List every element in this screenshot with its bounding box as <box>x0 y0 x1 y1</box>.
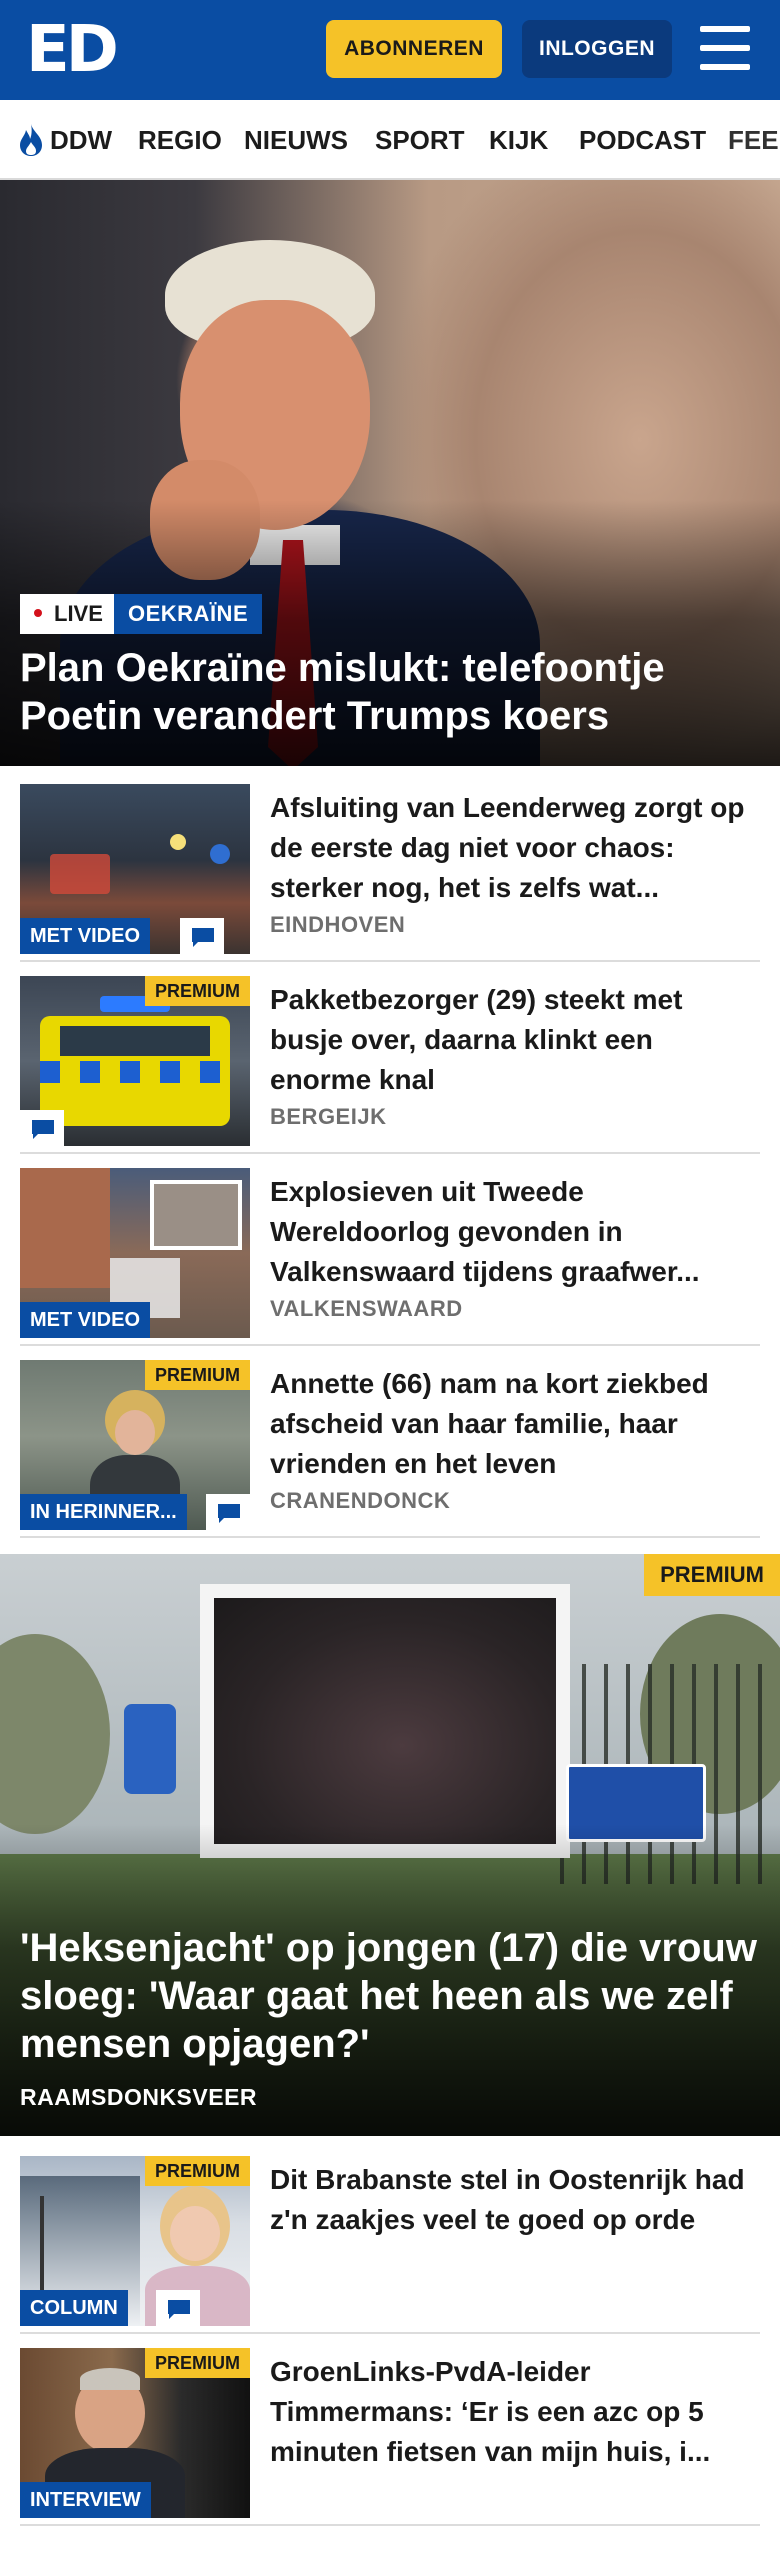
subscribe-button[interactable]: ABONNEREN <box>326 20 502 78</box>
comment-icon <box>192 928 214 947</box>
article-thumbnail: MET VIDEO <box>20 784 250 954</box>
premium-tag: PREMIUM <box>145 976 250 1006</box>
article-title[interactable]: GroenLinks-PvdA-leider Timmermans: ‘Er i… <box>270 2352 760 2472</box>
article-item[interactable]: PREMIUM COLUMN Dit Brabanste stel in Oos… <box>20 2156 760 2334</box>
feature-headline[interactable]: 'Heksenjacht' op jongen (17) die vrouw s… <box>20 1924 770 2068</box>
comment-icon <box>168 2300 190 2319</box>
article-thumbnail: PREMIUM IN HERINNER... <box>20 1360 250 1530</box>
top-header: ED ABONNEREN INLOGGEN <box>0 0 780 100</box>
article-title[interactable]: Explosieven uit Tweede Wereldoorlog gevo… <box>270 1172 760 1292</box>
hamburger-menu-icon[interactable] <box>700 26 752 72</box>
interview-tag: INTERVIEW <box>20 2482 151 2518</box>
comments-badge[interactable] <box>180 918 224 954</box>
feature-video-still <box>214 1598 556 1844</box>
article-location: VALKENSWAARD <box>270 1296 463 1321</box>
section-nav: DDW REGIO NIEUWS SPORT KIJK PODCAST FEE <box>0 100 780 180</box>
article-item[interactable]: PREMIUM Pakketbezorger (29) steekt met b… <box>20 976 760 1154</box>
comment-icon <box>32 1120 54 1139</box>
article-item[interactable]: PREMIUM INTERVIEW GroenLinks-PvdA-leider… <box>20 2348 760 2526</box>
article-title[interactable]: Annette (66) nam na kort ziekbed afschei… <box>270 1364 760 1484</box>
memoriam-tag: IN HERINNER... <box>20 1494 187 1530</box>
feature-article[interactable]: PREMIUM 'Heksenjacht' op jongen (17) die… <box>0 1554 780 2136</box>
article-thumbnail: PREMIUM INTERVIEW <box>20 2348 250 2518</box>
article-title[interactable]: Pakketbezorger (29) steekt met busje ove… <box>270 980 760 1100</box>
article-title[interactable]: Afsluiting van Leenderweg zorgt op de ee… <box>270 788 760 908</box>
live-badge: LIVE <box>20 594 115 634</box>
premium-tag: PREMIUM <box>145 2156 250 2186</box>
comments-badge[interactable] <box>206 1494 250 1530</box>
video-tag: MET VIDEO <box>20 918 151 954</box>
article-thumbnail: PREMIUM <box>20 976 250 1146</box>
article-item[interactable]: PREMIUM IN HERINNER... Annette (66) nam … <box>20 1360 760 1538</box>
article-title[interactable]: Dit Brabanste stel in Oostenrijk had z'n… <box>270 2160 760 2280</box>
premium-tag: PREMIUM <box>145 2348 250 2378</box>
smiley-sign <box>124 1704 176 1794</box>
nav-item-sport[interactable]: SPORT <box>375 122 465 158</box>
nav-item-nieuws[interactable]: NIEUWS <box>244 122 348 158</box>
nav-item-kijk[interactable]: KIJK <box>489 122 548 158</box>
ed-logo[interactable]: ED <box>26 18 119 82</box>
article-item[interactable]: MET VIDEO Explosieven uit Tweede Wereldo… <box>20 1168 760 1346</box>
nav-item-fee[interactable]: FEE <box>728 122 779 158</box>
article-location: EINDHOVEN <box>270 912 406 937</box>
premium-tag: PREMIUM <box>644 1554 780 1596</box>
hero-article[interactable]: LIVE OEKRAÏNE Plan Oekraïne mislukt: tel… <box>0 180 780 766</box>
video-tag: MET VIDEO <box>20 1302 151 1338</box>
column-tag: COLUMN <box>20 2290 128 2326</box>
article-location: CRANENDONCK <box>270 1488 451 1513</box>
article-item[interactable]: MET VIDEO Afsluiting van Leenderweg zorg… <box>20 784 760 962</box>
comments-badge[interactable] <box>156 2290 200 2326</box>
flame-icon <box>20 124 42 156</box>
login-button[interactable]: INLOGGEN <box>522 20 672 78</box>
nav-item-podcast[interactable]: PODCAST <box>579 122 706 158</box>
feature-location: RAAMSDONKSVEER <box>20 2084 258 2110</box>
premium-tag: PREMIUM <box>145 1360 250 1390</box>
article-thumbnail: MET VIDEO <box>20 1168 250 1338</box>
article-thumbnail: PREMIUM COLUMN <box>20 2156 250 2326</box>
comment-icon <box>218 1504 240 1523</box>
comments-badge[interactable] <box>20 1110 64 1146</box>
article-location: BERGEIJK <box>270 1104 387 1129</box>
category-badge: OEKRAÏNE <box>114 594 263 634</box>
live-dot-icon <box>34 609 42 618</box>
nav-item-regio[interactable]: REGIO <box>138 122 222 158</box>
nav-item-ddw[interactable]: DDW <box>50 122 112 158</box>
hero-headline[interactable]: Plan Oekraïne mislukt: telefoontje Poeti… <box>20 644 760 740</box>
